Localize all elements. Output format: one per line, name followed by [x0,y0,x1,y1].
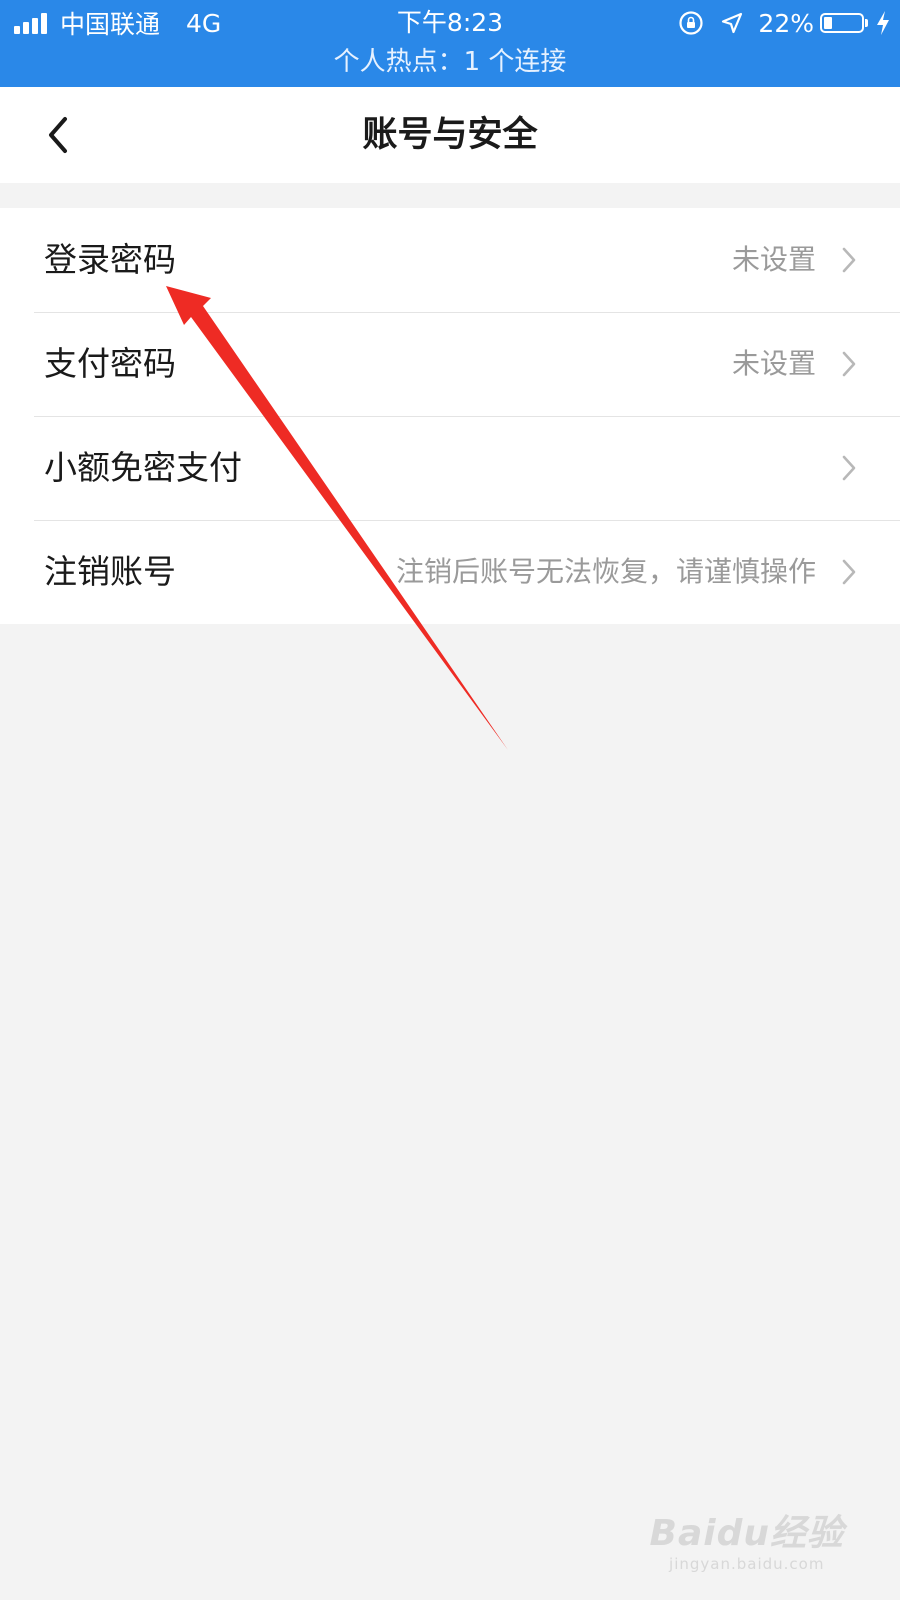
row-value: 未设置 [731,347,816,380]
page-title: 账号与安全 [362,115,538,155]
location-arrow-icon [720,11,744,35]
settings-list: 登录密码 未设置 支付密码 未设置 小额免密支付 注销账号 注销后账号无法恢复，… [0,208,900,624]
row-label: 支付密码 [44,344,176,383]
watermark-logo: Baidu经验 [649,1513,844,1554]
row-label: 小额免密支付 [44,448,242,487]
navigation-bar: 账号与安全 [0,87,900,183]
battery-percent: 22% [758,8,814,38]
chevron-right-icon [842,247,856,273]
baidu-jingyan-watermark: Baidu经验 jingyan.baidu.com [650,1514,844,1574]
watermark-url: jingyan.baidu.com [669,1555,825,1573]
lightning-icon [876,11,890,35]
status-bar: 中国联通 4G 下午8:23 22% 个人热点：1 个连接 [0,0,900,87]
hotspot-banner[interactable]: 个人热点：1 个连接 [0,44,900,80]
status-right: 22% [678,6,890,40]
chevron-right-icon [842,559,856,585]
payment-password-row[interactable]: 支付密码 未设置 [0,312,900,416]
battery-fill [824,17,832,29]
row-label: 登录密码 [44,240,176,279]
row-value: 未设置 [731,243,816,276]
row-label: 注销账号 [44,552,176,591]
delete-account-row[interactable]: 注销账号 注销后账号无法恢复，请谨慎操作 [0,520,900,624]
battery-icon [820,13,868,33]
orientation-lock-icon [678,10,704,36]
small-password-free-payment-row[interactable]: 小额免密支付 [0,416,900,520]
chevron-right-icon [842,455,856,481]
row-value: 注销后账号无法恢复，请谨慎操作 [395,555,816,588]
chevron-right-icon [842,351,856,377]
login-password-row[interactable]: 登录密码 未设置 [0,208,900,312]
